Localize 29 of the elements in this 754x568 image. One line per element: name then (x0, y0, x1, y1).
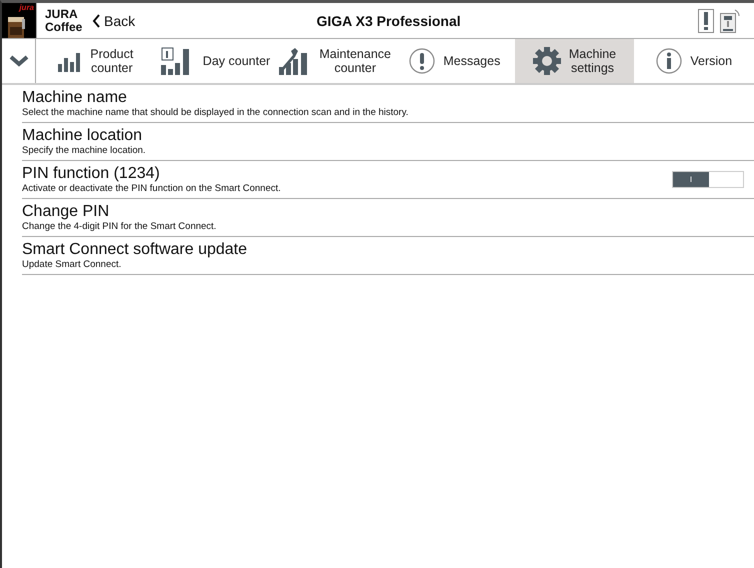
setting-title[interactable]: Machine location (22, 126, 754, 144)
pin-toggle[interactable]: I (672, 171, 744, 188)
nav-tab[interactable]: Day counter (156, 39, 276, 83)
nav-tab[interactable]: Messages (395, 39, 515, 83)
window-title: GIGA X3 Professional (316, 12, 461, 28)
setting-description: Specify the machine location. (22, 144, 147, 156)
setting-title[interactable]: Machine name (22, 88, 754, 106)
app-name: JURA Coffee (36, 3, 88, 38)
chevron-down-icon (8, 55, 28, 67)
back-button[interactable]: Back (88, 12, 140, 28)
setting-title[interactable]: Change PIN (22, 202, 754, 220)
info-icon (656, 48, 682, 74)
alert-circle-icon (409, 48, 436, 74)
setting-description: Update Smart Connect. (22, 258, 122, 270)
nav-tab[interactable]: Product counter (36, 39, 156, 83)
alert-icon[interactable] (698, 8, 714, 32)
nav-tab[interactable]: Maintenance counter (275, 39, 396, 83)
logo-text: jura (19, 3, 34, 12)
gear-icon (532, 47, 561, 75)
bar-chart-icon (58, 50, 82, 72)
setting-description: Change the 4-digit PIN for the Smart Connect. (22, 220, 218, 232)
setting-title[interactable]: PIN function (1234) (22, 164, 672, 182)
nav-tab[interactable]: Machine settings (514, 39, 634, 83)
setting-title[interactable]: Smart Connect software update (22, 240, 754, 258)
coffee-machine-icon[interactable] (720, 8, 740, 32)
setting-description: Activate or deactivate the PIN function on the Smart Connect. (22, 182, 282, 194)
setting-description: Select the machine name that should be displayed in the connection scan and in the history. (22, 106, 410, 118)
chevron-left-icon (92, 14, 101, 28)
nav-tab[interactable]: Version (634, 39, 754, 83)
